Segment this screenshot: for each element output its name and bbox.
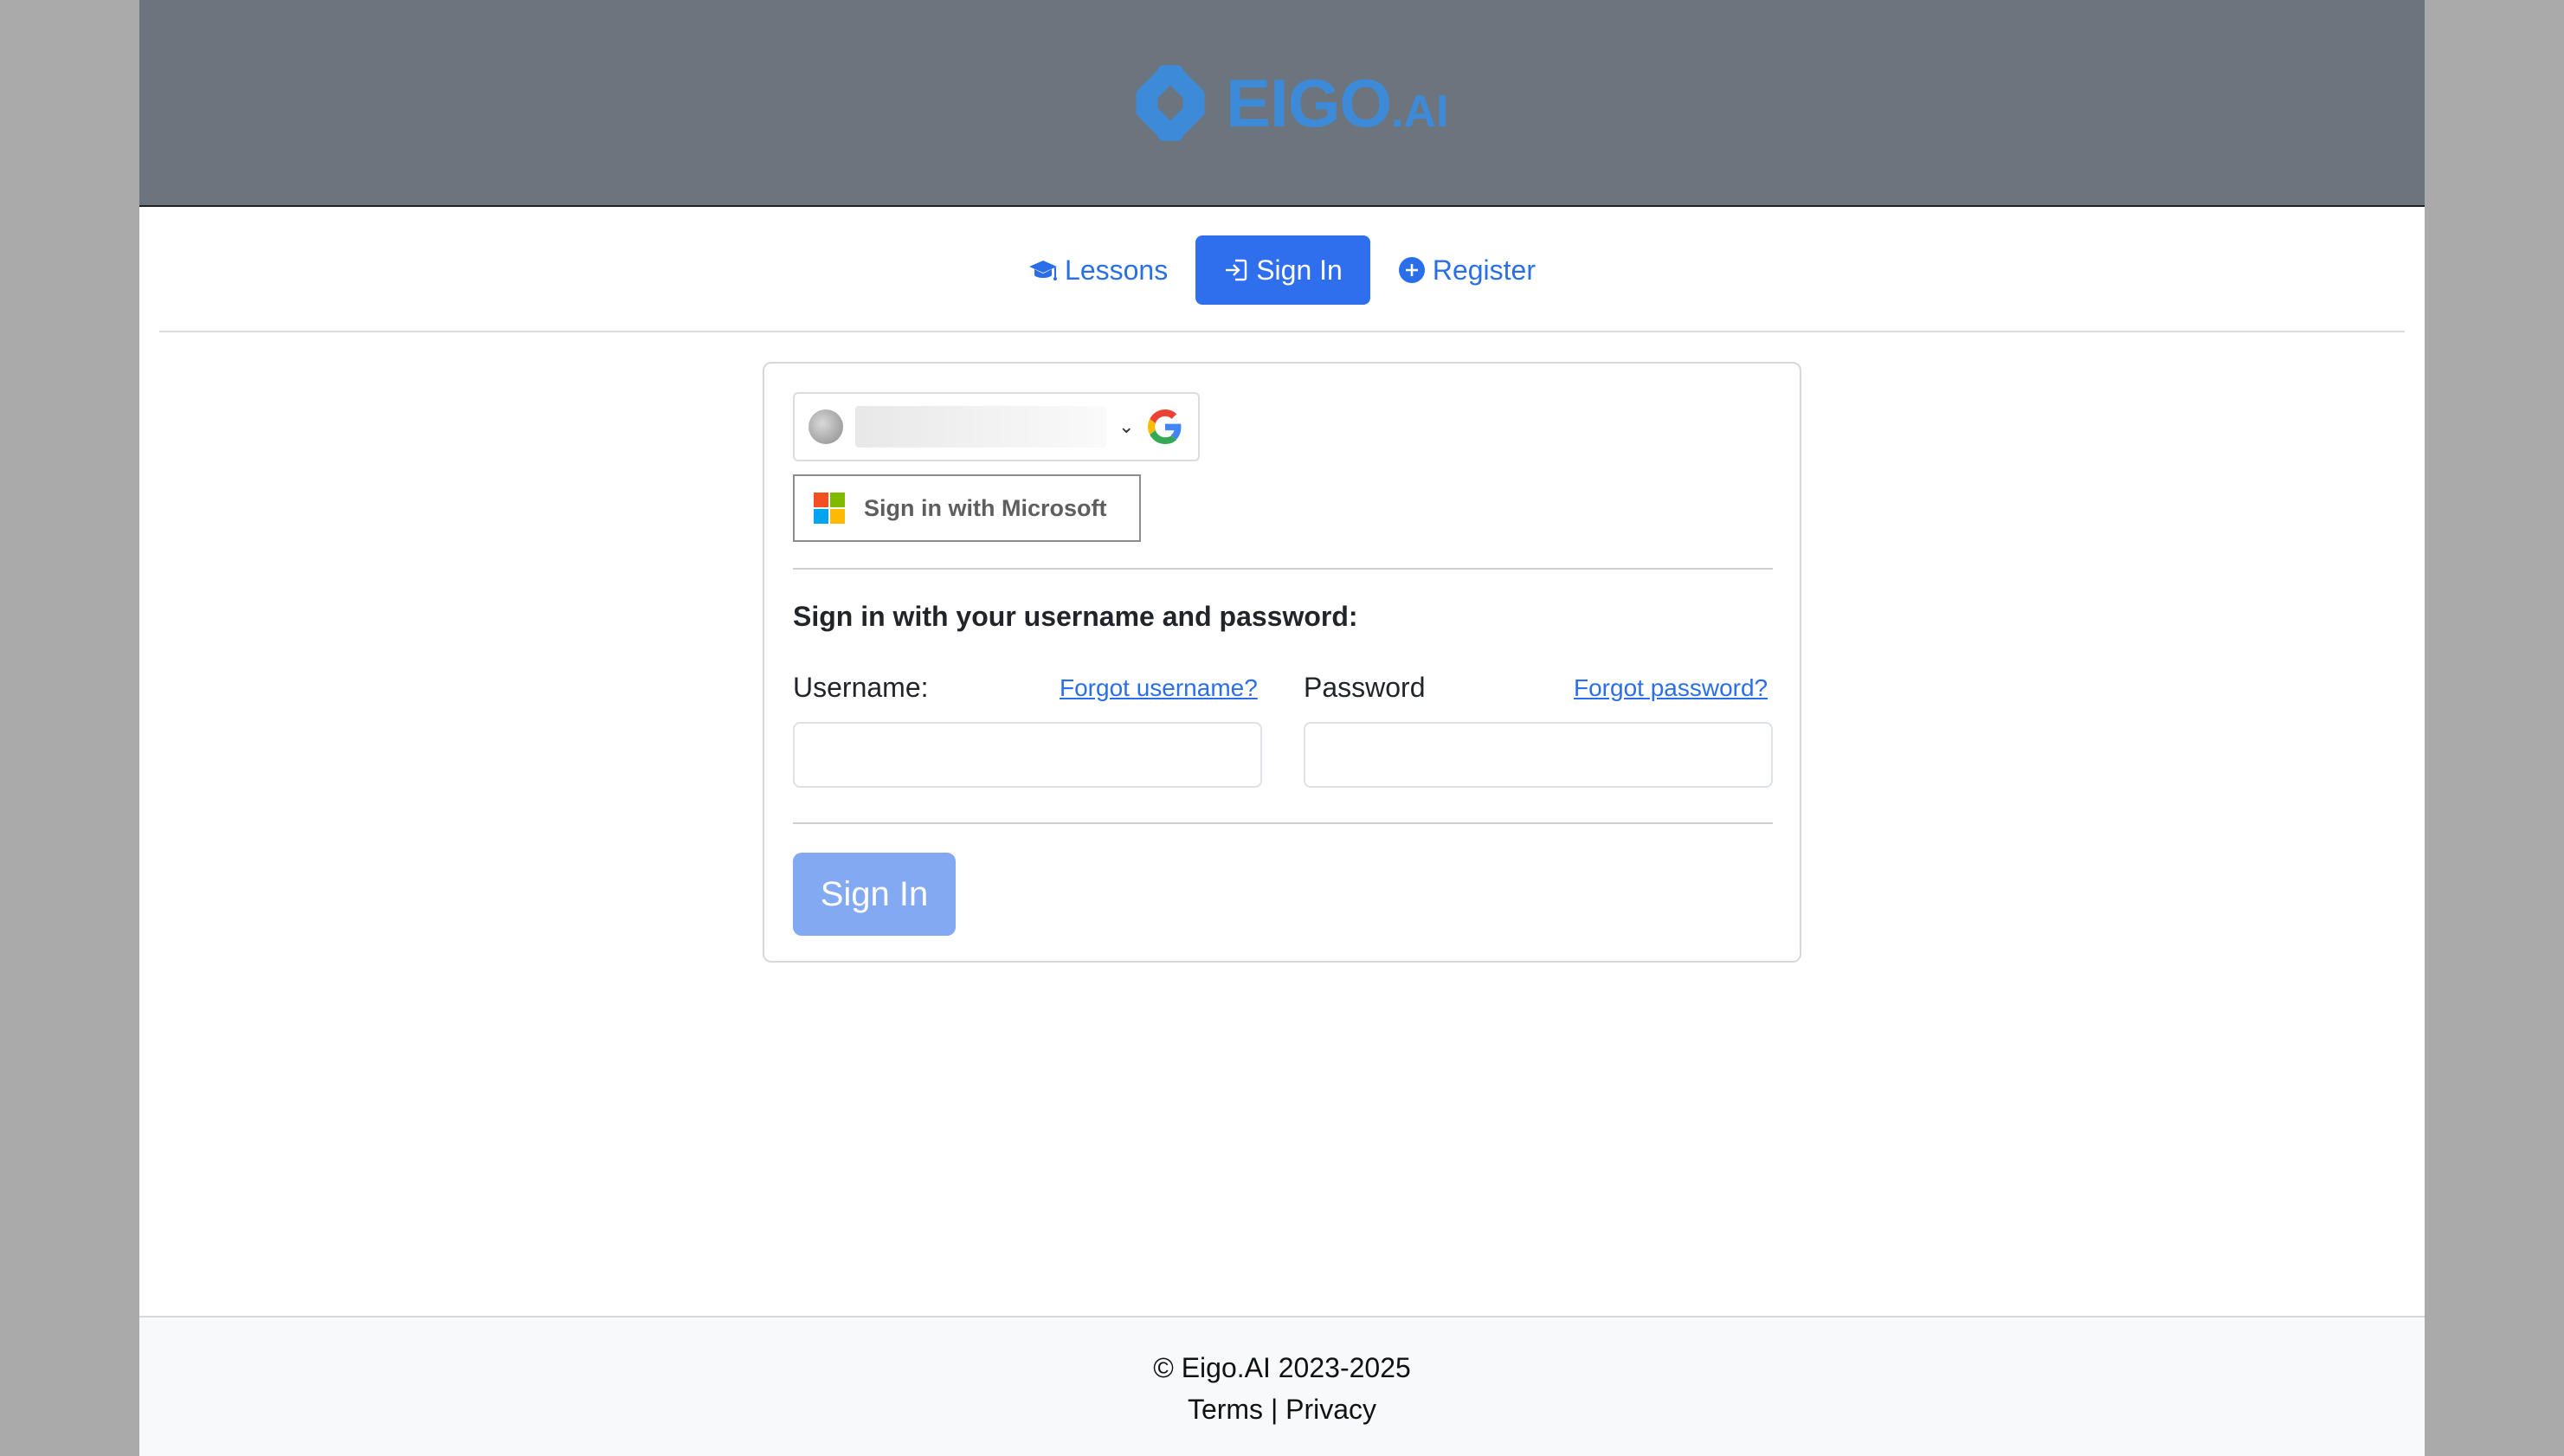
nav-register-label: Register — [1432, 254, 1536, 286]
username-field[interactable] — [793, 722, 1262, 788]
nav-signin[interactable]: Sign In — [1195, 235, 1370, 305]
terms-link[interactable]: Terms — [1188, 1394, 1263, 1425]
google-signin-button[interactable]: ⌄ — [793, 392, 1200, 461]
copyright-text: © Eigo.AI 2023-2025 — [1153, 1352, 1411, 1383]
privacy-link[interactable]: Privacy — [1285, 1394, 1376, 1425]
signin-card: ⌄ Sign in with Microsoft Sign in with yo… — [763, 362, 1801, 963]
divider — [793, 568, 1773, 570]
footer-links: Terms | Privacy — [139, 1394, 2425, 1426]
google-account-redacted — [855, 406, 1106, 448]
eigo-logo-icon — [1136, 65, 1205, 141]
brand-logo[interactable]: EIGO.AI — [1125, 55, 1449, 151]
chevron-down-icon: ⌄ — [1118, 416, 1135, 437]
forgot-password-link[interactable]: Forgot password? — [1574, 674, 1768, 702]
microsoft-icon — [814, 493, 845, 524]
microsoft-signin-label: Sign in with Microsoft — [864, 494, 1107, 521]
graduation-cap-icon — [1029, 261, 1058, 280]
password-label: Password — [1304, 672, 1426, 703]
site-footer: © Eigo.AI 2023-2025 Terms | Privacy — [139, 1316, 2425, 1456]
form-heading: Sign in with your username and password: — [793, 601, 1358, 632]
brand-suffix: .AI — [1391, 87, 1449, 137]
footer-separator: | — [1263, 1394, 1286, 1425]
main-nav: Lessons Sign In Register — [139, 235, 2425, 305]
signin-submit-button[interactable]: Sign In — [793, 853, 956, 936]
sign-in-icon — [1226, 259, 1247, 281]
nav-register[interactable]: Register — [1370, 235, 1563, 305]
page: EIGO.AI Lessons Sign In Register ⌄ Sign … — [139, 0, 2425, 1456]
brand-wordmark: EIGO.AI — [1226, 69, 1449, 137]
username-label: Username: — [793, 672, 929, 703]
avatar — [808, 409, 843, 444]
site-header: EIGO.AI — [139, 0, 2425, 207]
nav-signin-label: Sign In — [1256, 254, 1343, 286]
google-icon — [1148, 409, 1182, 444]
password-field[interactable] — [1304, 722, 1773, 788]
forgot-username-link[interactable]: Forgot username? — [1060, 674, 1258, 702]
nav-lessons[interactable]: Lessons — [1001, 235, 1195, 305]
microsoft-signin-button[interactable]: Sign in with Microsoft — [793, 474, 1141, 542]
nav-divider — [159, 331, 2405, 332]
divider — [793, 822, 1773, 824]
nav-lessons-label: Lessons — [1065, 254, 1169, 286]
brand-main: EIGO — [1226, 65, 1392, 141]
plus-circle-icon — [1398, 257, 1425, 283]
